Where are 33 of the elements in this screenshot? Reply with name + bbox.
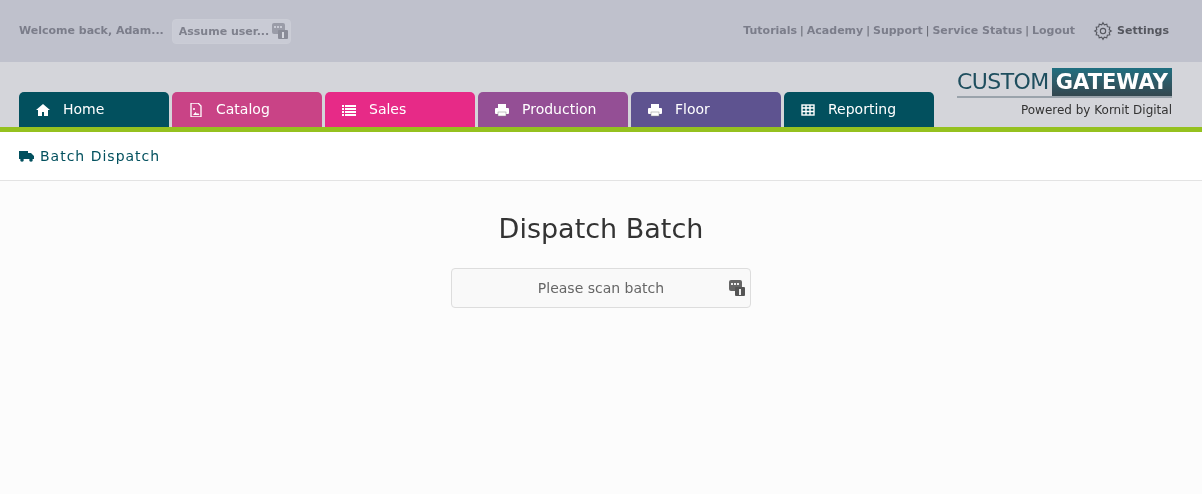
settings-link[interactable]: Settings [1117,22,1169,40]
logo-tagline: Powered by Kornit Digital [1020,102,1172,119]
keyboard-icon [271,23,288,39]
list-icon [342,102,356,117]
nav-tab[interactable]: Reporting [784,92,934,127]
nav-tab[interactable]: Home [19,92,169,127]
page-title: Dispatch Batch [498,212,704,246]
nav-tab[interactable]: Sales [325,92,475,127]
header-link[interactable]: Tutorials [743,22,798,40]
breadcrumb: Batch Dispatch [40,146,161,166]
header-link[interactable]: Logout [1031,22,1076,40]
truck-icon [19,150,34,162]
nav-tab[interactable]: Production [478,92,628,127]
nav-tab[interactable]: Floor [631,92,781,127]
image-icon [189,102,203,117]
settings-icon[interactable] [1093,21,1114,41]
link-separator: | [866,22,870,39]
header-link[interactable]: Academy [806,22,864,40]
logo: CUSTOM GATEWAY [956,68,1172,98]
keyboard-icon [729,278,745,297]
printer-icon [648,102,662,117]
link-separator: | [925,22,930,39]
header-link[interactable]: Service Status [932,22,1023,40]
welcome-text: Welcome back, Adam... [19,22,164,39]
nav-tab[interactable]: Catalog [172,92,322,127]
header-link[interactable]: Support [872,22,923,40]
assume-user-field[interactable]: Assume user... [171,18,291,44]
home-icon [36,102,50,117]
link-separator: | [1025,22,1029,39]
scan-field[interactable]: Please scan batch [451,267,751,308]
table-icon [801,102,815,117]
link-separator: | [800,22,804,39]
printer-icon [495,102,509,117]
